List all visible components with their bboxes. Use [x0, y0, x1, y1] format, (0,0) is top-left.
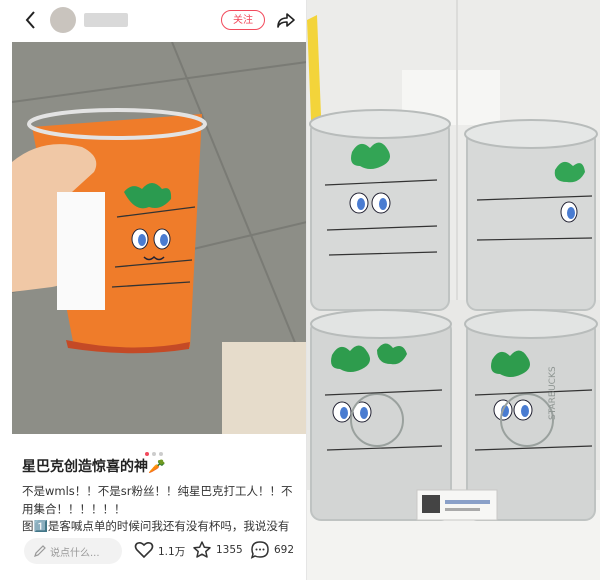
post-photo-carrot-drink[interactable] [12, 42, 307, 434]
follow-button[interactable]: 关注 [221, 10, 265, 30]
avatar[interactable] [50, 7, 76, 33]
pen-icon [33, 543, 47, 557]
star-button[interactable]: 1355 [192, 540, 244, 560]
comment-button[interactable]: 692 [250, 540, 302, 560]
top-bar: 关注 [0, 0, 307, 42]
comment-placeholder: 说点什么... [50, 548, 100, 559]
comment-input[interactable]: 说点什么... [24, 538, 122, 564]
star-count: 1355 [216, 544, 243, 556]
post-title: 星巴克创造惊喜的神🥕 [22, 459, 166, 475]
starbucks-cup-label: STARBUCKS [548, 366, 558, 420]
post-body-line2-truncated: 图1️⃣是客喊点单的时候问我还有没有杯吗，我说没有 [22, 520, 290, 532]
carousel-indicator [145, 441, 175, 456]
like-button[interactable]: 1.1万 [134, 540, 186, 560]
star-icon [192, 541, 212, 564]
username-blurred[interactable] [84, 13, 128, 27]
comment-count: 692 [274, 544, 295, 556]
cups-photo: STARBUCKS [307, 0, 600, 580]
post-panel: 关注 星巴克创造惊喜的神🥕 不是wmls！！不是sr粉丝！！纯星巴克打工人！！不… [0, 0, 307, 580]
share-icon[interactable] [276, 10, 296, 30]
chevron-left-icon[interactable] [22, 9, 40, 31]
post-body-line1: 不是wmls！！不是sr粉丝！！纯星巴克打工人！！不用集合！！！！！！ [22, 484, 293, 516]
speech-bubble-icon [250, 541, 270, 564]
like-count: 1.1万 [158, 546, 186, 558]
heart-icon [134, 541, 154, 564]
